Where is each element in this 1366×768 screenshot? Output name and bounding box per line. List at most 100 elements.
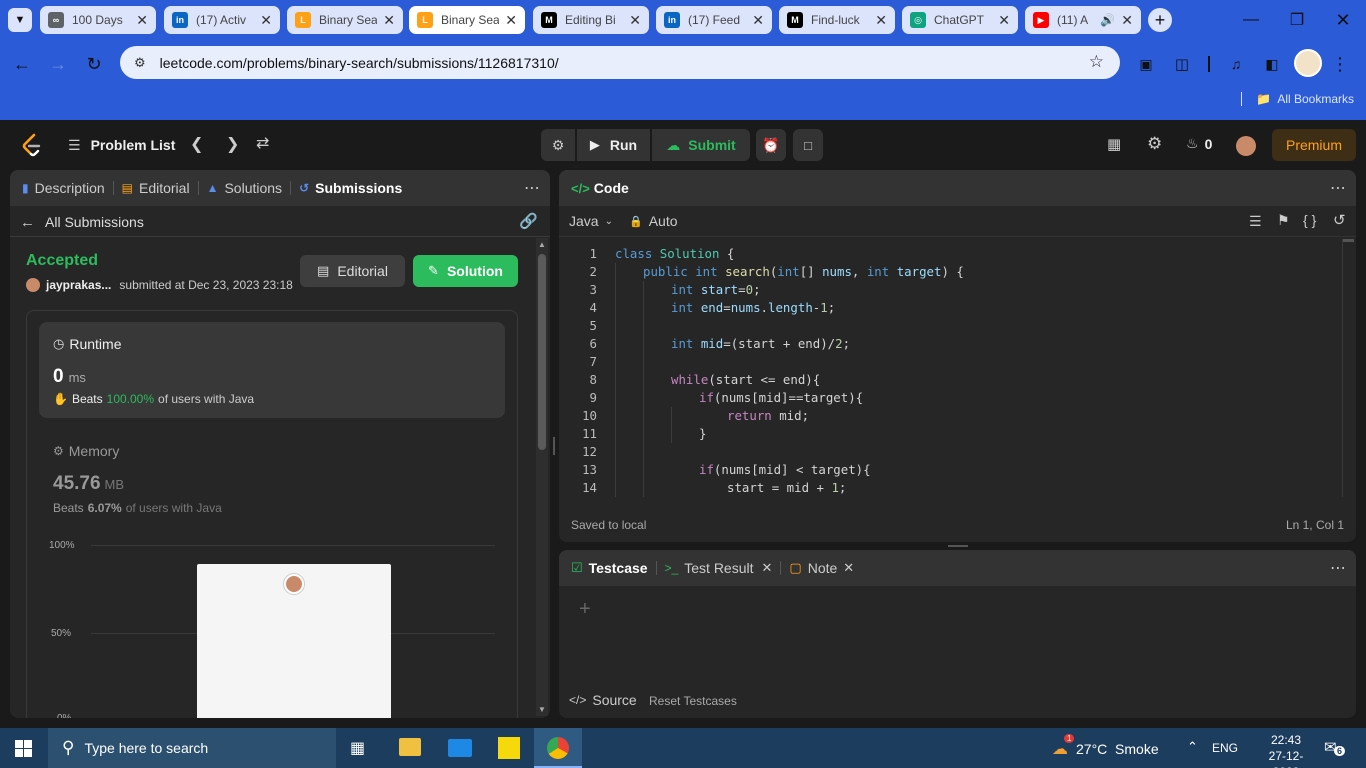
scroll-down-icon[interactable]: ▼ [538, 705, 546, 714]
close-tab-icon[interactable]: ✕ [762, 560, 773, 576]
close-tab-icon[interactable]: ✕ [136, 12, 148, 29]
windows-start-icon[interactable] [15, 740, 32, 757]
chrome-taskbar-icon[interactable] [534, 728, 582, 768]
browser-tab[interactable]: L Binary Sea ✕ [409, 6, 525, 34]
browser-tab[interactable]: M Editing Bi ✕ [533, 6, 649, 34]
tray-chevron-icon[interactable]: ⌃ [1187, 739, 1198, 755]
tab-description[interactable]: ▮ Description [22, 180, 105, 196]
code-line[interactable]: 7 [559, 353, 615, 371]
auto-mode[interactable]: 🔒 Auto [629, 213, 678, 229]
code-line[interactable]: 1 class Solution { [559, 245, 735, 263]
task-view-icon[interactable]: ▦ [350, 738, 365, 758]
speaker-icon[interactable]: 🔊 [1100, 13, 1115, 27]
all-bookmarks[interactable]: 📁 All Bookmarks [1241, 92, 1354, 106]
address-bar[interactable]: ⚙ leetcode.com/problems/binary-search/su… [120, 46, 1120, 79]
extensions-icon[interactable]: ◫ [1170, 52, 1194, 76]
code-line[interactable]: 14 start = mid + 1; [559, 479, 846, 497]
tab-test-result[interactable]: >_ Test Result ✕ [665, 560, 773, 576]
code-editor[interactable]: 1 class Solution {2 public int search(int[… [559, 245, 1342, 497]
cast-icon[interactable]: ▣ [1134, 52, 1158, 76]
close-tab-icon[interactable]: ✕ [1121, 12, 1133, 29]
format-icon[interactable]: ☰ [1249, 213, 1262, 230]
code-line[interactable]: 2 public int search(int[] nums, int targe… [559, 263, 964, 281]
run-button[interactable]: ▶ Run [577, 129, 650, 161]
language-indicator[interactable]: ENG [1212, 741, 1238, 755]
code-line[interactable]: 11} [559, 425, 706, 443]
next-problem-icon[interactable]: ❯ [226, 134, 239, 154]
close-window-button[interactable]: ✕ [1320, 0, 1366, 40]
code-line[interactable]: 10 return mid; [559, 407, 809, 425]
taskbar-search-box[interactable]: ⚲ Type here to search [48, 728, 336, 768]
editor-scrollbar-thumb[interactable] [1342, 239, 1354, 242]
file-explorer-icon[interactable] [399, 738, 421, 756]
link-icon[interactable]: 🔗 [519, 212, 538, 230]
prev-problem-icon[interactable]: ❮ [190, 134, 203, 154]
mail-icon[interactable] [448, 739, 472, 757]
close-tab-icon[interactable]: ✕ [998, 12, 1010, 29]
tab-submissions[interactable]: ↺ Submissions [299, 180, 402, 196]
scroll-up-icon[interactable]: ▲ [538, 240, 546, 249]
minimize-button[interactable]: — [1228, 0, 1274, 40]
bookmark-icon[interactable]: ⚑ [1277, 212, 1290, 229]
submitter-name[interactable]: jayprakas... [46, 278, 111, 292]
code-line[interactable]: 3 int start=0; [559, 281, 761, 299]
tab-note[interactable]: ▢ Note ✕ [789, 560, 854, 576]
language-select[interactable]: Java ⌄ [569, 213, 613, 229]
source-link[interactable]: </> Source [569, 692, 637, 708]
code-line[interactable]: 8 while(start <= end){ [559, 371, 821, 389]
profile-avatar[interactable] [1294, 49, 1322, 77]
close-tab-icon[interactable]: ✕ [843, 560, 854, 576]
chrome-menu-icon[interactable]: ⋮ [1328, 52, 1352, 76]
code-line[interactable]: 5 [559, 317, 615, 335]
streak-counter[interactable]: ♨ 0 [1186, 135, 1212, 152]
premium-button[interactable]: Premium [1272, 129, 1356, 161]
add-testcase-icon[interactable]: + [579, 598, 591, 621]
tab-editorial[interactable]: ▤ Editorial [122, 180, 190, 196]
browser-tab[interactable]: in (17) Activ ✕ [164, 6, 280, 34]
restore-button[interactable]: ❐ [1274, 0, 1320, 40]
browser-tab[interactable]: M Find-luck ✕ [779, 6, 895, 34]
memory-card[interactable]: ⚙ Memory 45.76 MB Beats 6.07% of users w… [39, 431, 505, 521]
close-tab-icon[interactable]: ✕ [260, 12, 272, 29]
close-tab-icon[interactable]: ✕ [505, 12, 517, 29]
vertical-splitter[interactable] [553, 437, 555, 455]
reload-icon[interactable]: ↻ [82, 52, 106, 76]
site-info-icon[interactable]: ⚙ [134, 55, 146, 71]
scrollbar[interactable]: ▲ ▼ [536, 238, 548, 716]
scrollbar-thumb[interactable] [538, 254, 546, 450]
new-tab-button[interactable]: + [1148, 8, 1172, 32]
more-options-icon[interactable]: ⋯ [524, 178, 540, 198]
debug-button[interactable]: ⚙ [541, 129, 575, 161]
close-tab-icon[interactable]: ✕ [875, 12, 887, 29]
tab-search-button[interactable]: ▼ [8, 8, 32, 32]
code-line[interactable]: 12 [559, 443, 615, 461]
distribution-bar[interactable] [197, 564, 391, 718]
code-line[interactable]: 4 int end=nums.length-1; [559, 299, 836, 317]
layout-icon[interactable]: ▦ [1107, 135, 1121, 153]
timer-button[interactable]: ⏰ [756, 129, 786, 161]
weather-widget[interactable]: ☁ 1 27°C Smoke [1052, 734, 1159, 759]
close-tab-icon[interactable]: ✕ [629, 12, 641, 29]
editorial-button[interactable]: ▤ Editorial [300, 255, 405, 287]
editor-scrollbar-track[interactable] [1342, 239, 1343, 497]
forward-icon[interactable]: → [46, 52, 70, 76]
browser-tab[interactable]: ∞ 100 Days ✕ [40, 6, 156, 34]
tab-testcase[interactable]: ☑ Testcase [571, 560, 648, 576]
horizontal-splitter[interactable] [948, 545, 968, 547]
side-panel-icon[interactable]: ◧ [1260, 52, 1284, 76]
solution-button[interactable]: ✎ Solution [413, 255, 518, 287]
browser-tab[interactable]: ▶ (11) A 🔊 ✕ [1025, 6, 1141, 34]
user-avatar[interactable] [1236, 136, 1256, 156]
settings-gear-icon[interactable]: ⚙ [1147, 134, 1162, 154]
notes-button[interactable]: □ [793, 129, 823, 161]
browser-tab[interactable]: ◎ ChatGPT ✕ [902, 6, 1018, 34]
bookmark-star-icon[interactable]: ☆ [1089, 52, 1104, 72]
braces-icon[interactable]: { } [1303, 212, 1316, 228]
runtime-card[interactable]: ◷ Runtime 0 ms ✋ Beats 100.00% of users … [39, 322, 505, 418]
reset-testcases-link[interactable]: Reset Testcases [649, 694, 737, 708]
shuffle-icon[interactable]: ⇄ [256, 133, 269, 153]
back-icon[interactable]: ← [10, 52, 34, 76]
submit-button[interactable]: ☁ Submit [652, 129, 750, 161]
code-more-icon[interactable]: ⋯ [1330, 178, 1346, 198]
leetcode-logo-icon[interactable] [22, 133, 42, 157]
